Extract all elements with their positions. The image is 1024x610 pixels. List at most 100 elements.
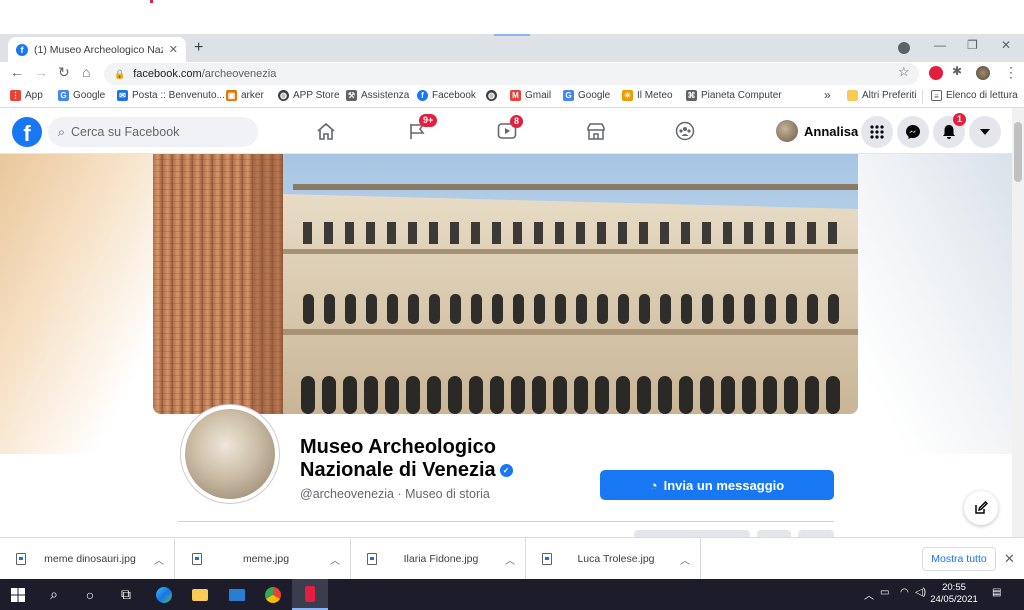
- send-message-button[interactable]: ◔ Invia un messaggio: [600, 470, 834, 500]
- download-item[interactable]: Luca Trolese.jpg ︿: [526, 538, 701, 580]
- home-nav-icon[interactable]: [314, 120, 338, 142]
- address-bar[interactable]: 🔒 facebook.com/archeovenezia: [104, 63, 919, 85]
- bookmark-label: Pianeta Computer: [701, 90, 782, 101]
- close-window-icon[interactable]: ✕: [1001, 38, 1011, 52]
- taskbar-clock[interactable]: 20:55 24/05/2021: [930, 582, 978, 606]
- bookmark-label: Posta :: Benvenuto...: [132, 90, 225, 101]
- gmail-icon: M: [510, 90, 521, 101]
- search-placeholder: Cerca su Facebook: [71, 125, 180, 139]
- cover-photo[interactable]: [153, 154, 858, 414]
- task-view-icon[interactable]: ⧉: [108, 579, 144, 610]
- marketplace-nav-icon[interactable]: [584, 120, 608, 142]
- red-marker: [150, 0, 153, 3]
- reload-icon[interactable]: ↻: [58, 64, 70, 81]
- globe-icon: ◍: [486, 90, 497, 101]
- bookmark-google-2[interactable]: G Google: [563, 90, 610, 101]
- facebook-search-input[interactable]: ⌕ Cerca su Facebook: [48, 117, 258, 147]
- bookmark-label: Google: [578, 90, 611, 101]
- user-avatar: [776, 120, 798, 142]
- back-icon[interactable]: ←: [10, 64, 24, 80]
- page-profile-picture[interactable]: [180, 404, 280, 504]
- bookmark-label: Altri Preferiti: [862, 90, 917, 101]
- bookmark-app[interactable]: ⋮ App: [10, 90, 43, 101]
- extensions-icon[interactable]: ✱: [952, 64, 962, 78]
- forward-icon[interactable]: →: [34, 64, 48, 80]
- menu-grid-button[interactable]: [861, 116, 893, 148]
- download-item[interactable]: Ilaria Fidone.jpg ︿: [351, 538, 526, 580]
- bookmarks-bar: ⋮ App G Google ✉ Posta :: Benvenuto... ▣ ark…: [0, 86, 1024, 108]
- windows-start-icon[interactable]: [0, 579, 36, 610]
- watch-nav-icon[interactable]: 8: [495, 115, 524, 142]
- minimize-icon[interactable]: —: [934, 38, 946, 52]
- clock-date: 24/05/2021: [930, 594, 978, 605]
- menu-kebab-icon[interactable]: ⋮: [1004, 64, 1018, 81]
- bookmark-google[interactable]: G Google: [58, 90, 105, 101]
- network-icon[interactable]: ◠: [900, 587, 909, 598]
- chevron-up-icon[interactable]: ︿: [154, 552, 164, 567]
- image-file-icon: [542, 553, 552, 565]
- download-item[interactable]: meme dinosauri.jpg ︿: [0, 538, 175, 580]
- grid-icon: [870, 125, 884, 139]
- download-filename: meme.jpg: [242, 553, 290, 565]
- url-path: /archeovenezia: [201, 68, 277, 80]
- caret-down-icon: [980, 129, 990, 135]
- bookmark-meteo[interactable]: ☀ Il Meteo: [622, 90, 673, 101]
- cortana-icon[interactable]: ○: [72, 579, 108, 610]
- bookmark-gmail[interactable]: M Gmail: [510, 90, 551, 101]
- show-all-downloads-button[interactable]: Mostra tutto: [922, 547, 996, 571]
- browser-tab[interactable]: f (1) Museo Archeologico Nazionale ✕: [8, 37, 186, 62]
- mail-app-icon[interactable]: [219, 579, 255, 610]
- profile-avatar-icon[interactable]: [976, 66, 990, 80]
- bookmarks-overflow-button[interactable]: »: [824, 88, 831, 102]
- close-tab-icon[interactable]: ✕: [169, 43, 178, 56]
- notifications-button[interactable]: 1: [933, 113, 967, 148]
- battery-icon[interactable]: ▭: [880, 587, 889, 598]
- bookmark-arker[interactable]: ▣ arker: [226, 90, 264, 101]
- bookmark-facebook[interactable]: f Facebook: [417, 90, 476, 101]
- close-downloads-icon[interactable]: ✕: [1004, 551, 1015, 567]
- file-explorer-icon[interactable]: [182, 579, 218, 610]
- user-name: Annalisa: [804, 123, 859, 139]
- bookmark-pianeta[interactable]: ⌘ Pianeta Computer: [686, 90, 782, 101]
- account-dropdown-button[interactable]: [969, 116, 1001, 148]
- pages-nav-icon[interactable]: 9+: [405, 114, 438, 142]
- home-icon[interactable]: ⌂: [82, 64, 90, 80]
- page-scrollbar[interactable]: [1012, 108, 1024, 537]
- profile-button[interactable]: Annalisa: [776, 120, 858, 142]
- lock-icon[interactable]: 🔒: [114, 69, 125, 80]
- facebook-logo-icon[interactable]: f: [12, 117, 42, 147]
- chevron-up-icon[interactable]: ︿: [330, 552, 340, 567]
- bookmark-assistenza[interactable]: ⚒ Assistenza: [346, 90, 409, 101]
- download-item[interactable]: meme.jpg ︿: [176, 538, 351, 580]
- tray-chevron-icon[interactable]: ︿: [864, 587, 874, 602]
- opera-extension-icon[interactable]: [929, 66, 943, 80]
- new-tab-button[interactable]: +: [194, 39, 203, 57]
- right-cover-glow: [858, 154, 1012, 454]
- chevron-up-icon[interactable]: ︿: [680, 552, 690, 567]
- window-top-area: [0, 0, 1024, 34]
- messenger-button[interactable]: [897, 116, 929, 148]
- notifications-badge: 1: [953, 113, 967, 126]
- edit-icon: [975, 501, 988, 514]
- active-app-icon[interactable]: [292, 579, 328, 610]
- tab-search-icon[interactable]: [898, 42, 910, 54]
- volume-icon[interactable]: ◁): [915, 587, 926, 598]
- chrome-icon[interactable]: [255, 579, 291, 610]
- page-content: Museo Archeologico Nazionale di Venezia ✓…: [0, 154, 1012, 537]
- groups-nav-icon[interactable]: [673, 120, 697, 142]
- bookmark-globe[interactable]: ◍: [486, 90, 497, 101]
- bookmark-altri-preferiti[interactable]: Altri Preferiti: [847, 90, 916, 101]
- download-filename: Luca Trolese.jpg: [577, 553, 655, 565]
- restore-icon[interactable]: ❐: [967, 38, 978, 52]
- edge-icon[interactable]: [146, 579, 182, 610]
- bookmark-app-store[interactable]: ◍ APP Store: [278, 90, 340, 101]
- chevron-up-icon[interactable]: ︿: [505, 552, 515, 567]
- notification-center-icon[interactable]: ▤: [992, 587, 1001, 598]
- bookmark-star-icon[interactable]: ☆: [898, 64, 910, 80]
- scrollbar-thumb[interactable]: [1014, 122, 1022, 182]
- reading-list-button[interactable]: ≡ Elenco di lettura: [931, 90, 1018, 101]
- search-taskbar-icon[interactable]: ⌕: [36, 579, 72, 610]
- new-post-button[interactable]: [964, 491, 998, 525]
- weather-icon: ☀: [622, 90, 633, 101]
- bookmark-posta[interactable]: ✉ Posta :: Benvenuto...: [117, 90, 225, 101]
